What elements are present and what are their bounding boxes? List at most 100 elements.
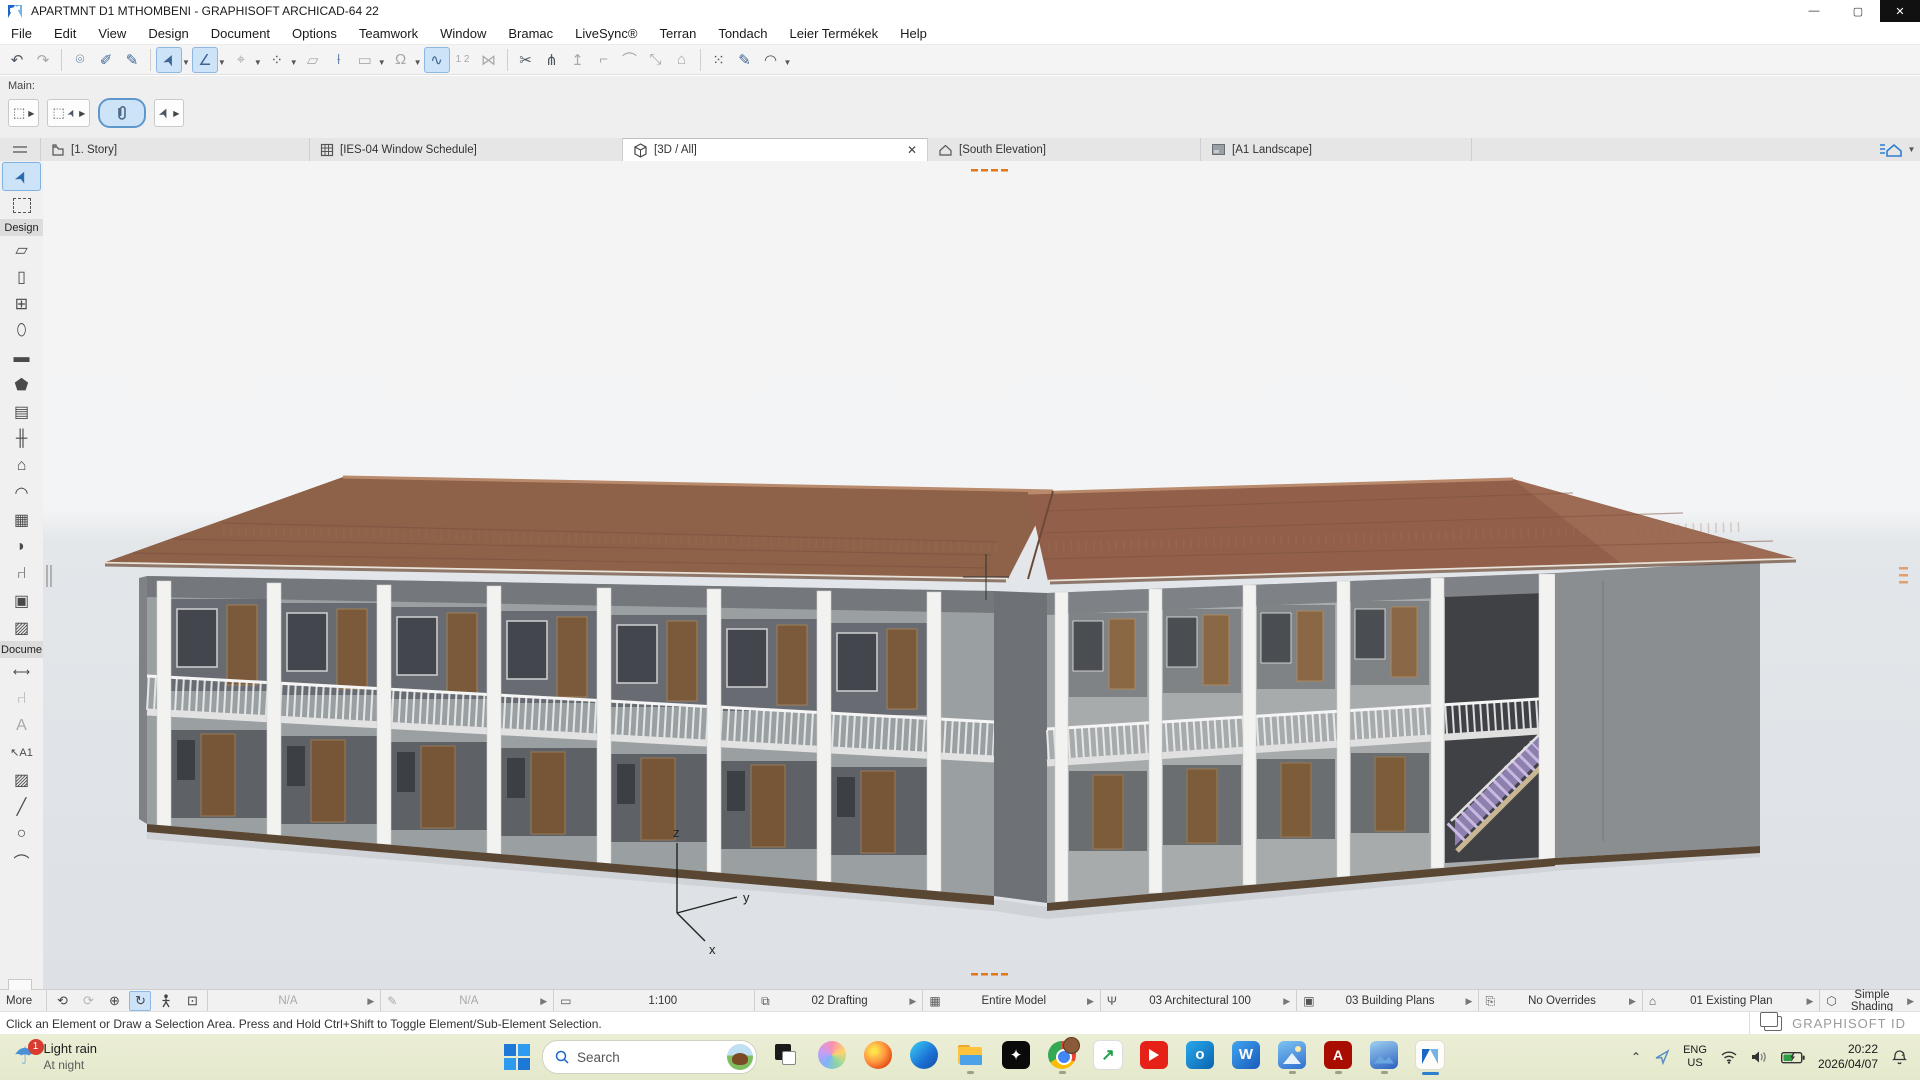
snap-reference-caret-icon[interactable]: ▼ [254, 58, 262, 67]
start-button[interactable] [504, 1044, 530, 1070]
inject-parameters-icon[interactable]: ✐ [93, 47, 119, 73]
roof-tool[interactable]: ⌂ [0, 452, 43, 479]
3d-style-segment[interactable]: ⬡Simple Shading▶ [1820, 990, 1920, 1012]
language-indicator[interactable]: ENGUS [1683, 1044, 1707, 1070]
menu-window[interactable]: Window [429, 22, 497, 44]
edge-icon[interactable] [910, 1041, 938, 1069]
guide-lines-icon[interactable]: ∠ [192, 47, 218, 73]
roof-tool-icon[interactable]: ⌂ [669, 47, 695, 73]
zoom-in-icon[interactable]: ⊕ [103, 991, 125, 1011]
paperclip-button[interactable] [98, 98, 146, 128]
circle-tool[interactable]: ○ [0, 820, 43, 847]
volume-icon[interactable] [1751, 1050, 1768, 1064]
fillet-icon[interactable]: ⌒ [617, 47, 643, 73]
door-tool[interactable]: ▯ [0, 263, 43, 290]
grid-snap-caret-icon[interactable]: ▼ [290, 58, 298, 67]
menu-leier[interactable]: Leier Termékek [778, 22, 889, 44]
file-explorer-icon[interactable] [956, 1041, 984, 1069]
pen-set-segment[interactable]: Ψ03 Architectural 100▶ [1101, 990, 1297, 1012]
beam-tool[interactable]: ▬ [0, 344, 43, 371]
tab-list-icon[interactable] [0, 138, 41, 161]
arrow-tool-icon[interactable]: ➤ [156, 47, 182, 73]
frame-icon[interactable]: ▭ [352, 47, 378, 73]
curtain-wall-tool[interactable]: ▦ [0, 506, 43, 533]
adjust-icon[interactable]: ↥ [565, 47, 591, 73]
person-caret-icon[interactable]: ▼ [414, 58, 422, 67]
tab-window-schedule[interactable]: [IES-04 Window Schedule] [310, 138, 623, 161]
arc-caret-icon[interactable]: ▼ [784, 58, 792, 67]
intersect-icon[interactable]: ⋈ [476, 47, 502, 73]
window-stack-icon[interactable] [1764, 1016, 1782, 1031]
search-box[interactable]: Search [542, 1040, 757, 1074]
pickup-parameters-icon[interactable]: ⌾ [67, 47, 93, 73]
layer-segment[interactable]: ⧉02 Drafting▶ [755, 990, 923, 1012]
acrobat-icon[interactable]: A [1324, 1041, 1352, 1069]
railing-tool[interactable]: ╫ [0, 425, 43, 452]
transfer-settings-icon[interactable]: ✎ [119, 47, 145, 73]
zone-tool[interactable]: ▣ [0, 587, 43, 614]
tab-a1-landscape[interactable]: [A1 Landscape] [1201, 138, 1472, 161]
split-icon[interactable]: ⋔ [539, 47, 565, 73]
stair-tool[interactable]: ▤ [0, 398, 43, 425]
arc-icon[interactable]: ◠ [758, 47, 784, 73]
walk-icon[interactable] [155, 991, 177, 1011]
favorites-segment[interactable]: N/A▶ [208, 990, 381, 1012]
media-icon[interactable] [1370, 1041, 1398, 1069]
redo-icon[interactable]: ↷ [30, 47, 56, 73]
menu-design[interactable]: Design [137, 22, 199, 44]
weather-widget[interactable]: ☂1 Light rain At night [0, 1041, 314, 1072]
left-edge-grip[interactable] [46, 565, 52, 587]
menu-document[interactable]: Document [200, 22, 281, 44]
pen-segment[interactable]: ✎N/A▶ [381, 990, 554, 1012]
wall-tool[interactable]: ▱ [0, 236, 43, 263]
close-button[interactable]: ✕ [1880, 0, 1920, 22]
fit-view-icon[interactable]: ⊡ [181, 991, 203, 1011]
task-view-icon[interactable] [772, 1041, 800, 1069]
arrow-tool[interactable]: ➤ [2, 162, 41, 191]
editing-plane-icon[interactable]: ∿ [424, 47, 450, 73]
drag-mode-button[interactable]: ⬚▶ [8, 99, 39, 127]
one-plane-icon[interactable]: ▱ [300, 47, 326, 73]
menu-edit[interactable]: Edit [43, 22, 87, 44]
shell-tool[interactable]: ◠ [0, 479, 43, 506]
menu-livesync[interactable]: LiveSync® [564, 22, 648, 44]
cursor-button[interactable]: ➤▶ [154, 99, 184, 127]
clock[interactable]: 20:22 2026/04/07 [1818, 1042, 1878, 1072]
guide-lines-caret-icon[interactable]: ▼ [218, 58, 226, 67]
tab-1-story[interactable]: [1. Story] [41, 138, 310, 161]
word-icon[interactable]: W [1232, 1041, 1260, 1069]
maximize-button[interactable]: ▢ [1836, 0, 1880, 22]
building-3d[interactable] [103, 477, 1798, 913]
window-tool[interactable]: ⊞ [0, 290, 43, 317]
figure-tool[interactable]: ⑁ [0, 685, 43, 712]
column-tool[interactable]: ⬯ [0, 317, 43, 344]
annotate-icon[interactable]: ✎ [732, 47, 758, 73]
stocks-icon[interactable]: ↗ [1093, 1040, 1123, 1070]
menu-teamwork[interactable]: Teamwork [348, 22, 429, 44]
youtube-icon[interactable] [1140, 1041, 1168, 1069]
battery-icon[interactable] [1781, 1051, 1805, 1064]
tab-close-icon[interactable]: ✕ [867, 143, 917, 157]
ruler-12-icon[interactable]: 1 2 [450, 47, 476, 73]
tab-3d-all[interactable]: [3D / All] ✕ [623, 138, 928, 161]
viewport-3d[interactable]: z y x [43, 161, 1920, 989]
partial-structure-segment[interactable]: ▦Entire Model▶ [923, 990, 1101, 1012]
slab-tool[interactable]: ⬟ [0, 371, 43, 398]
scissors-icon[interactable]: ✂ [513, 47, 539, 73]
menu-bramac[interactable]: Bramac [497, 22, 564, 44]
tab-south-elevation[interactable]: [South Elevation] [928, 138, 1201, 161]
wifi-icon[interactable] [1720, 1050, 1738, 1064]
archicad-taskbar-icon[interactable] [1415, 1040, 1445, 1070]
graphisoft-id[interactable]: GRAPHISOFT ID [1792, 1016, 1906, 1031]
fill-tool[interactable]: ▨ [0, 766, 43, 793]
marquee-tool[interactable] [0, 192, 43, 219]
minimize-button[interactable]: — [1792, 0, 1836, 22]
outlook-icon[interactable]: o [1186, 1041, 1214, 1069]
object-tool[interactable]: ⑁ [0, 560, 43, 587]
menu-tondach[interactable]: Tondach [707, 22, 778, 44]
more-button[interactable]: More [0, 990, 47, 1012]
orbit-back-icon[interactable]: ⟲ [51, 991, 73, 1011]
gravity-icon[interactable]: ⟊ [326, 47, 352, 73]
copilot-icon[interactable] [818, 1041, 846, 1069]
layer-combination-segment[interactable]: ▣03 Building Plans▶ [1297, 990, 1479, 1012]
